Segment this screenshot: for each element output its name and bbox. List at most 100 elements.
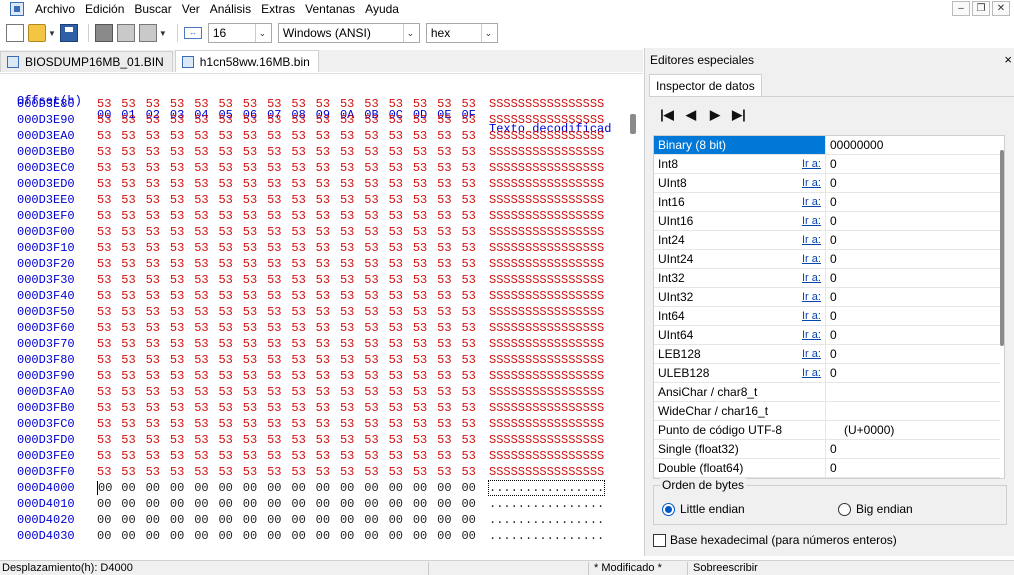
type-value[interactable]: 00000000 [830, 136, 883, 154]
byte-cell[interactable]: 53 [340, 273, 364, 287]
byte-cell[interactable]: 00 [146, 529, 170, 543]
inspector-row[interactable]: Binary (8 bit) 00000000 [654, 136, 1000, 155]
byte-cell[interactable]: 53 [97, 257, 121, 271]
byte-cell[interactable]: 53 [218, 225, 242, 239]
byte-cell[interactable]: 53 [267, 385, 291, 399]
byte-cell[interactable]: 00 [413, 481, 437, 495]
byte-cell[interactable]: 53 [316, 289, 340, 303]
byte-cell[interactable]: 53 [291, 465, 315, 479]
byte-cell[interactable]: 53 [461, 465, 485, 479]
byte-cell[interactable]: 00 [364, 497, 388, 511]
byte-cell[interactable]: 53 [194, 97, 218, 111]
byte-cell[interactable]: 53 [413, 353, 437, 367]
byte-cell[interactable]: 53 [218, 369, 242, 383]
byte-cell[interactable]: 53 [413, 417, 437, 431]
byte-cell[interactable]: 53 [316, 401, 340, 415]
byte-cell[interactable]: 53 [267, 129, 291, 143]
open-folder-icon[interactable] [28, 24, 46, 42]
byte-cell[interactable]: 53 [437, 129, 461, 143]
byte-cell[interactable]: 53 [146, 97, 170, 111]
byte-cell[interactable]: 53 [170, 241, 194, 255]
byte-cell[interactable]: 53 [437, 209, 461, 223]
byte-cell[interactable]: 53 [121, 225, 145, 239]
goto-link[interactable]: Ir a: [802, 193, 821, 211]
byte-cell[interactable]: 53 [146, 273, 170, 287]
byte-cell[interactable]: 53 [194, 433, 218, 447]
byte-cell[interactable]: 53 [146, 401, 170, 415]
first-icon[interactable]: |◀ [659, 107, 675, 123]
type-value[interactable]: 0 [830, 440, 837, 458]
byte-cell[interactable]: 53 [461, 337, 485, 351]
row-text[interactable]: SSSSSSSSSSSSSSSS [489, 193, 604, 207]
byte-cell[interactable]: 53 [194, 417, 218, 431]
byte-cell[interactable]: 53 [340, 465, 364, 479]
byte-cell[interactable]: 00 [437, 529, 461, 543]
type-value[interactable]: 0 [830, 345, 837, 363]
byte-cell[interactable]: 53 [121, 289, 145, 303]
byte-cell[interactable]: 53 [97, 161, 121, 175]
byte-cell[interactable]: 53 [461, 145, 485, 159]
byte-cell[interactable]: 53 [146, 113, 170, 127]
byte-cell[interactable]: 53 [170, 353, 194, 367]
byte-cell[interactable]: 53 [340, 161, 364, 175]
byte-cell[interactable]: 53 [218, 193, 242, 207]
byte-cell[interactable]: 00 [97, 497, 121, 511]
byte-cell[interactable]: 53 [413, 241, 437, 255]
byte-cell[interactable]: 53 [267, 321, 291, 335]
new-file-icon[interactable] [6, 24, 24, 42]
byte-cell[interactable]: 53 [413, 337, 437, 351]
byte-cell[interactable]: 53 [218, 257, 242, 271]
byte-cell[interactable]: 53 [291, 129, 315, 143]
byte-cell[interactable]: 00 [413, 513, 437, 527]
row-text[interactable]: SSSSSSSSSSSSSSSS [489, 465, 604, 479]
type-value[interactable]: 0 [830, 174, 837, 192]
byte-cell[interactable]: 53 [364, 209, 388, 223]
byte-cell[interactable]: 53 [97, 353, 121, 367]
byte-cell[interactable]: 00 [97, 513, 121, 527]
last-icon[interactable]: ▶| [731, 107, 747, 123]
type-value[interactable]: 0 [830, 212, 837, 230]
byte-cell[interactable]: 53 [121, 161, 145, 175]
byte-cell[interactable]: 53 [121, 321, 145, 335]
type-value[interactable]: 0 [830, 459, 837, 477]
byte-cell[interactable]: 53 [97, 113, 121, 127]
byte-cell[interactable]: 53 [340, 369, 364, 383]
byte-cell[interactable]: 00 [340, 529, 364, 543]
inspector-row[interactable]: Int64 Ir a: 0 [654, 307, 1000, 326]
byte-cell[interactable]: 53 [146, 337, 170, 351]
byte-cell[interactable]: 53 [97, 433, 121, 447]
row-text[interactable]: SSSSSSSSSSSSSSSS [489, 129, 604, 143]
byte-cell[interactable]: 53 [291, 289, 315, 303]
byte-cell[interactable]: 00 [340, 481, 364, 495]
byte-cell[interactable]: 53 [389, 145, 413, 159]
byte-cell[interactable]: 53 [340, 145, 364, 159]
byte-cell[interactable]: 53 [194, 353, 218, 367]
byte-cell[interactable]: 53 [316, 369, 340, 383]
byte-cell[interactable]: 53 [364, 129, 388, 143]
byte-cell[interactable]: 53 [340, 305, 364, 319]
byte-cell[interactable]: 53 [97, 225, 121, 239]
byte-cell[interactable]: 53 [340, 289, 364, 303]
byte-cell[interactable]: 53 [364, 305, 388, 319]
byte-cell[interactable]: 53 [291, 401, 315, 415]
byte-cell[interactable]: 53 [146, 369, 170, 383]
byte-cell[interactable]: 53 [389, 353, 413, 367]
byte-cell[interactable]: 53 [364, 97, 388, 111]
byte-cell[interactable]: 53 [267, 369, 291, 383]
byte-cell[interactable]: 53 [243, 401, 267, 415]
byte-cell[interactable]: 00 [170, 529, 194, 543]
byte-cell[interactable]: 53 [389, 465, 413, 479]
byte-cell[interactable]: 53 [291, 97, 315, 111]
byte-cell[interactable]: 53 [413, 289, 437, 303]
close-icon[interactable]: × [1004, 52, 1012, 67]
byte-cell[interactable]: 00 [461, 481, 485, 495]
byte-cell[interactable]: 00 [316, 529, 340, 543]
byte-cell[interactable]: 53 [121, 241, 145, 255]
byte-cell[interactable]: 00 [437, 513, 461, 527]
byte-cell[interactable]: 53 [291, 449, 315, 463]
scrollbar-thumb[interactable] [1000, 150, 1004, 346]
byte-cell[interactable]: 53 [437, 369, 461, 383]
row-text[interactable]: SSSSSSSSSSSSSSSS [489, 321, 604, 335]
byte-cell[interactable]: 53 [413, 273, 437, 287]
byte-cell[interactable]: 53 [170, 401, 194, 415]
